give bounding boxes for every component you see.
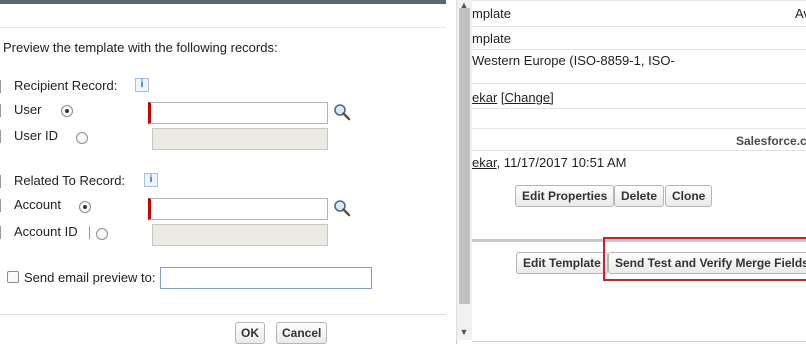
row-marker bbox=[0, 226, 1, 239]
template-field-value: mplate bbox=[472, 6, 512, 21]
divider bbox=[0, 314, 446, 315]
delete-button[interactable]: Delete bbox=[614, 185, 665, 207]
magnifier-lookup-icon[interactable] bbox=[333, 199, 351, 217]
owner-row: ekar [Change] bbox=[472, 90, 554, 105]
dialog-instructions: Preview the template with the following … bbox=[3, 40, 278, 55]
user-id-radio[interactable] bbox=[76, 132, 88, 144]
account-label: Account bbox=[14, 197, 61, 212]
encoding-value: Western Europe (ISO-8859-1, ISO- bbox=[472, 53, 675, 68]
divider bbox=[472, 128, 806, 129]
ok-button[interactable]: OK bbox=[235, 322, 265, 344]
account-id-label: Account ID bbox=[14, 224, 78, 239]
created-by-link[interactable]: ekar bbox=[472, 155, 497, 170]
row-marker bbox=[0, 80, 1, 93]
change-owner-link[interactable]: [Change] bbox=[501, 90, 554, 105]
preview-dialog: Preview the template with the following … bbox=[0, 0, 457, 344]
scrollbar-thumb[interactable] bbox=[459, 8, 470, 304]
salesforce-section-label: Salesforce.c bbox=[736, 134, 806, 148]
email-template-detail-page: mplate Av mplate Western Europe (ISO-885… bbox=[472, 0, 806, 349]
divider bbox=[0, 27, 446, 28]
magnifier-lookup-icon[interactable] bbox=[333, 103, 351, 121]
chevron-down-icon[interactable]: ▼ bbox=[458, 327, 470, 337]
highlight-box bbox=[603, 237, 806, 281]
divider bbox=[472, 49, 806, 50]
divider bbox=[472, 108, 806, 109]
row-marker bbox=[0, 199, 1, 212]
created-date: , 11/17/2017 10:51 AM bbox=[496, 155, 627, 170]
account-id-radio[interactable] bbox=[96, 228, 108, 240]
edit-template-button[interactable]: Edit Template bbox=[516, 252, 608, 274]
user-lookup-input[interactable] bbox=[148, 102, 328, 124]
divider bbox=[472, 83, 806, 84]
dialog-header-bar bbox=[0, 0, 446, 4]
row-marker bbox=[89, 226, 90, 239]
divider bbox=[472, 341, 806, 342]
divider bbox=[472, 26, 806, 27]
created-by-row: ekar, 11/17/2017 10:51 AM bbox=[472, 155, 626, 170]
user-label: User bbox=[14, 102, 42, 117]
row-marker bbox=[0, 130, 1, 143]
user-id-input[interactable] bbox=[152, 128, 328, 150]
edit-properties-button[interactable]: Edit Properties bbox=[515, 185, 615, 207]
divider bbox=[472, 0, 806, 1]
cancel-button[interactable]: Cancel bbox=[276, 322, 328, 344]
owner-link[interactable]: ekar bbox=[472, 90, 497, 105]
preview-email-input[interactable] bbox=[160, 267, 372, 289]
screen: mplate Av mplate Western Europe (ISO-885… bbox=[0, 0, 806, 349]
user-id-label: User ID bbox=[14, 128, 59, 143]
related-to-record-label: Related To Record: bbox=[14, 173, 126, 188]
user-radio[interactable] bbox=[61, 105, 73, 117]
account-lookup-input[interactable] bbox=[148, 198, 328, 220]
account-id-input[interactable] bbox=[152, 224, 328, 246]
clone-button[interactable]: Clone bbox=[665, 185, 713, 207]
available-label: Av bbox=[795, 6, 806, 21]
recipient-record-label: Recipient Record: bbox=[14, 78, 118, 93]
account-radio[interactable] bbox=[79, 201, 91, 213]
row-marker bbox=[0, 175, 1, 188]
divider bbox=[472, 150, 806, 151]
send-preview-checkbox[interactable] bbox=[7, 271, 19, 283]
send-preview-label: Send email preview to: bbox=[24, 270, 156, 285]
info-icon[interactable]: i bbox=[135, 78, 149, 92]
info-icon[interactable]: i bbox=[144, 173, 158, 187]
row-marker bbox=[0, 104, 1, 117]
template-type-value: mplate bbox=[472, 31, 512, 46]
